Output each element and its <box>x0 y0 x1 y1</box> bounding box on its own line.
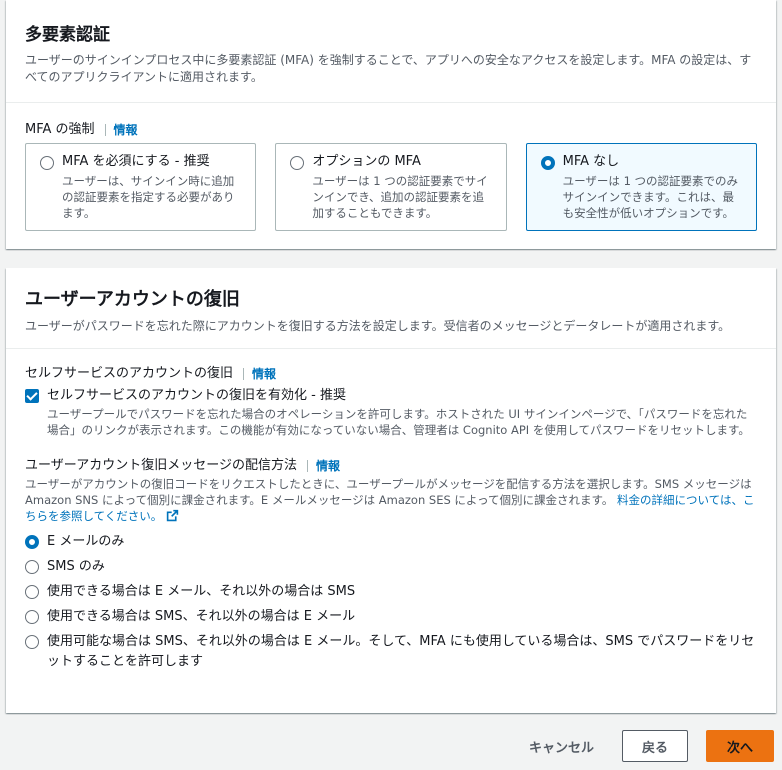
delivery-email-then-sms-label: 使用できる場合は E メール、それ以外の場合は SMS <box>47 584 356 599</box>
delivery-method-label-text: ユーザーアカウント復旧メッセージの配信方法 <box>25 458 297 473</box>
mfa-info-link[interactable]: 情報 <box>104 124 138 136</box>
cancel-button[interactable]: キャンセル <box>519 731 604 762</box>
delivery-email-then-sms-radio[interactable] <box>25 585 39 599</box>
mfa-required-desc: ユーザーは、サインイン時に追加の認証要素を指定する必要があります。 <box>62 174 235 220</box>
enable-self-service-checkbox[interactable] <box>25 389 39 403</box>
mfa-none-desc: ユーザーは 1 つの認証要素でのみサインインできます。これは、最も安全性が低いオ… <box>562 174 739 220</box>
mfa-options: MFA を必須にする - 推奨 ユーザーは、サインイン時に追加の認証要素を指定す… <box>25 143 757 231</box>
self-service-info-link[interactable]: 情報 <box>243 368 276 380</box>
delivery-option-sms-then-email[interactable]: 使用できる場合は SMS、それ以外の場合は E メール <box>25 607 757 632</box>
recovery-panel: ユーザーアカウントの復旧 ユーザーがパスワードを忘れた際にアカウントを復旧する方… <box>6 268 776 713</box>
enable-self-service-label: セルフサービスのアカウントの復旧を有効化 - 推奨 <box>47 388 346 403</box>
delivery-option-email-then-sms[interactable]: 使用できる場合は E メール、それ以外の場合は SMS <box>25 582 757 607</box>
wizard-footer: キャンセル 戻る 次へ <box>519 730 774 762</box>
mfa-option-none[interactable]: MFA なし ユーザーは 1 つの認証要素でのみサインインできます。これは、最も… <box>525 143 757 231</box>
recovery-title: ユーザーアカウントの復旧 <box>25 289 240 310</box>
recovery-header: ユーザーアカウントの復旧 ユーザーがパスワードを忘れた際にアカウントを復旧する方… <box>6 268 776 349</box>
recovery-body: セルフサービスのアカウントの復旧 情報 セルフサービスのアカウントの復旧を有効化… <box>6 349 776 672</box>
delivery-info-link[interactable]: 情報 <box>306 460 340 472</box>
recovery-description: ユーザーがパスワードを忘れた際にアカウントを復旧する方法を設定します。受信者のメ… <box>25 319 731 333</box>
mfa-body: MFA の強制 情報 <box>6 103 776 139</box>
delivery-sms-then-email-radio[interactable] <box>25 610 39 624</box>
mfa-description: ユーザーのサインインプロセス中に多要素認証 (MFA) を強制することで、アプリ… <box>25 53 752 84</box>
mfa-required-radio[interactable] <box>40 156 54 170</box>
delivery-email-radio[interactable] <box>25 535 39 549</box>
mfa-header: 多要素認証 ユーザーのサインインプロセス中に多要素認証 (MFA) を強制するこ… <box>6 0 776 103</box>
delivery-option-email[interactable]: E メールのみ <box>25 532 757 557</box>
delivery-method-desc: ユーザーがアカウントの復旧コードをリクエストしたときに、ユーザープールがメッセー… <box>25 476 757 526</box>
mfa-enforcement-label: MFA の強制 情報 <box>25 121 757 139</box>
delivery-option-sms-mfa[interactable]: 使用可能な場合は SMS、それ以外の場合は E メール。そして、MFA にも使用… <box>25 632 757 672</box>
mfa-enforcement-label-text: MFA の強制 <box>25 122 95 137</box>
mfa-optional-desc: ユーザーは 1 つの認証要素でサインインでき、追加の認証要素を追加することもでき… <box>312 174 488 220</box>
back-button[interactable]: 戻る <box>622 730 688 762</box>
delivery-email-label: E メールのみ <box>47 534 125 549</box>
mfa-title: 多要素認証 <box>25 25 110 45</box>
mfa-none-title: MFA なし <box>562 154 620 169</box>
mfa-optional-radio[interactable] <box>290 156 305 170</box>
mfa-none-radio[interactable] <box>540 156 555 170</box>
delivery-sms-label: SMS のみ <box>47 559 105 574</box>
mfa-option-optional[interactable]: オプションの MFA ユーザーは 1 つの認証要素でサインインでき、追加の認証要… <box>275 143 507 231</box>
delivery-sms-then-email-label: 使用できる場合は SMS、それ以外の場合は E メール <box>47 609 356 624</box>
enable-self-service-row[interactable]: セルフサービスのアカウントの復旧を有効化 - 推奨 <box>25 387 757 405</box>
next-button[interactable]: 次へ <box>706 730 774 762</box>
self-service-label-text: セルフサービスのアカウントの復旧 <box>25 366 234 381</box>
mfa-required-title: MFA を必須にする - 推奨 <box>62 154 210 169</box>
mfa-panel: 多要素認証 ユーザーのサインインプロセス中に多要素認証 (MFA) を強制するこ… <box>6 0 776 249</box>
delivery-method-label: ユーザーアカウント復旧メッセージの配信方法 情報 <box>25 457 757 475</box>
delivery-option-sms[interactable]: SMS のみ <box>25 557 757 582</box>
enable-self-service-desc: ユーザープールでパスワードを忘れた場合のオペレーションを許可します。ホストされた… <box>47 407 750 437</box>
delivery-sms-mfa-label: 使用可能な場合は SMS、それ以外の場合は E メール。そして、MFA にも使用… <box>47 634 755 669</box>
delivery-sms-mfa-radio[interactable] <box>25 635 39 649</box>
self-service-label: セルフサービスのアカウントの復旧 情報 <box>25 365 757 383</box>
external-link-icon[interactable] <box>166 509 179 526</box>
delivery-options: E メールのみ SMS のみ 使用できる場合は E メール、それ以外の場合は S… <box>25 532 757 672</box>
mfa-optional-title: オプションの MFA <box>312 154 421 169</box>
delivery-sms-radio[interactable] <box>25 560 39 574</box>
mfa-option-required[interactable]: MFA を必須にする - 推奨 ユーザーは、サインイン時に追加の認証要素を指定す… <box>25 143 257 231</box>
